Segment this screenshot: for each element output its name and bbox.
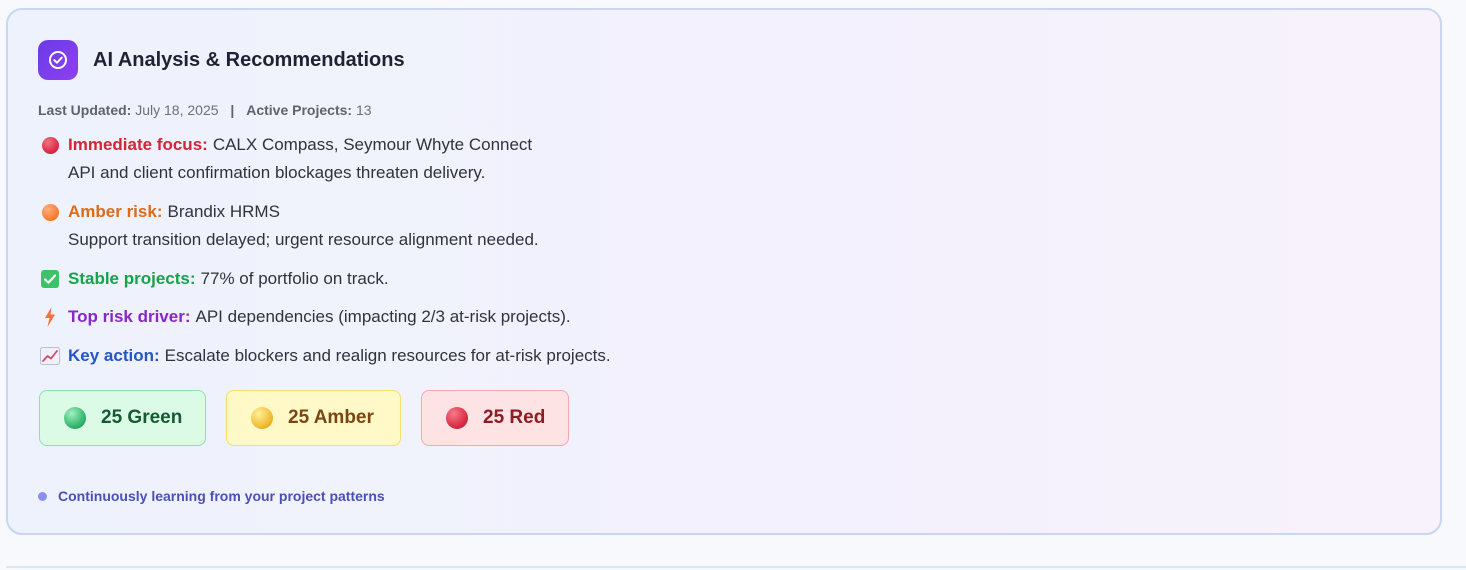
lightning-icon — [40, 307, 60, 327]
chart-increasing-icon — [40, 346, 60, 366]
active-projects-value: 13 — [355, 102, 372, 118]
status-pill-label: 25 Green — [101, 407, 183, 428]
divider — [6, 566, 1466, 568]
insight-stable-projects: Stable projects: 77% of portfolio on tra… — [40, 267, 389, 291]
status-pill-green[interactable]: 25 Green — [39, 390, 206, 446]
ai-check-icon — [38, 40, 78, 80]
insight-label: Stable projects: — [68, 269, 196, 288]
check-mark-button-icon — [40, 269, 60, 289]
status-pill-red[interactable]: 25 Red — [421, 390, 569, 446]
insight-amber-risk: Amber risk: Brandix HRMS Support transit… — [40, 200, 539, 252]
ai-analysis-card: AI Analysis & Recommendations Last Updat… — [6, 8, 1442, 535]
insight-detail: API and client confirmation blockages th… — [68, 163, 486, 182]
insight-label: Key action: — [68, 346, 160, 365]
meta-separator: | — [230, 102, 235, 118]
status-pill-label: 25 Red — [483, 407, 546, 428]
card-title: AI Analysis & Recommendations — [93, 48, 405, 71]
insight-text: Brandix HRMS — [167, 202, 280, 221]
red-circle-icon — [40, 135, 60, 155]
green-ball-icon — [64, 407, 86, 429]
last-updated-value: July 18, 2025 — [135, 102, 219, 118]
insight-text: API dependencies (impacting 2/3 at-risk … — [195, 307, 571, 326]
insight-label: Top risk driver: — [68, 307, 191, 326]
footer-text: Continuously learning from your project … — [58, 488, 385, 504]
learning-footer: Continuously learning from your project … — [38, 488, 385, 504]
insight-text: CALX Compass, Seymour Whyte Connect — [212, 135, 533, 154]
insight-text: Escalate blockers and realign resources … — [164, 346, 611, 365]
insight-label: Amber risk: — [68, 202, 163, 221]
amber-ball-icon — [251, 407, 273, 429]
last-updated-label: Last Updated: — [38, 102, 132, 118]
insight-detail: Support transition delayed; urgent resou… — [68, 230, 539, 249]
insight-text: 77% of portfolio on track. — [200, 269, 389, 288]
status-pill-amber[interactable]: 25 Amber — [226, 390, 401, 446]
orange-circle-icon — [40, 202, 60, 222]
insight-key-action: Key action: Escalate blockers and realig… — [40, 344, 611, 368]
insight-top-risk-driver: Top risk driver: API dependencies (impac… — [40, 305, 571, 329]
insight-immediate-focus: Immediate focus: CALX Compass, Seymour W… — [40, 133, 532, 185]
red-ball-icon — [446, 407, 468, 429]
card-header: AI Analysis & Recommendations — [38, 40, 405, 80]
status-pill-label: 25 Amber — [288, 407, 374, 428]
insight-label: Immediate focus: — [68, 135, 208, 154]
status-dot-icon — [38, 491, 47, 501]
active-projects-label: Active Projects: — [246, 102, 353, 118]
card-meta: Last Updated: July 18, 2025 | Active Pro… — [38, 102, 372, 118]
